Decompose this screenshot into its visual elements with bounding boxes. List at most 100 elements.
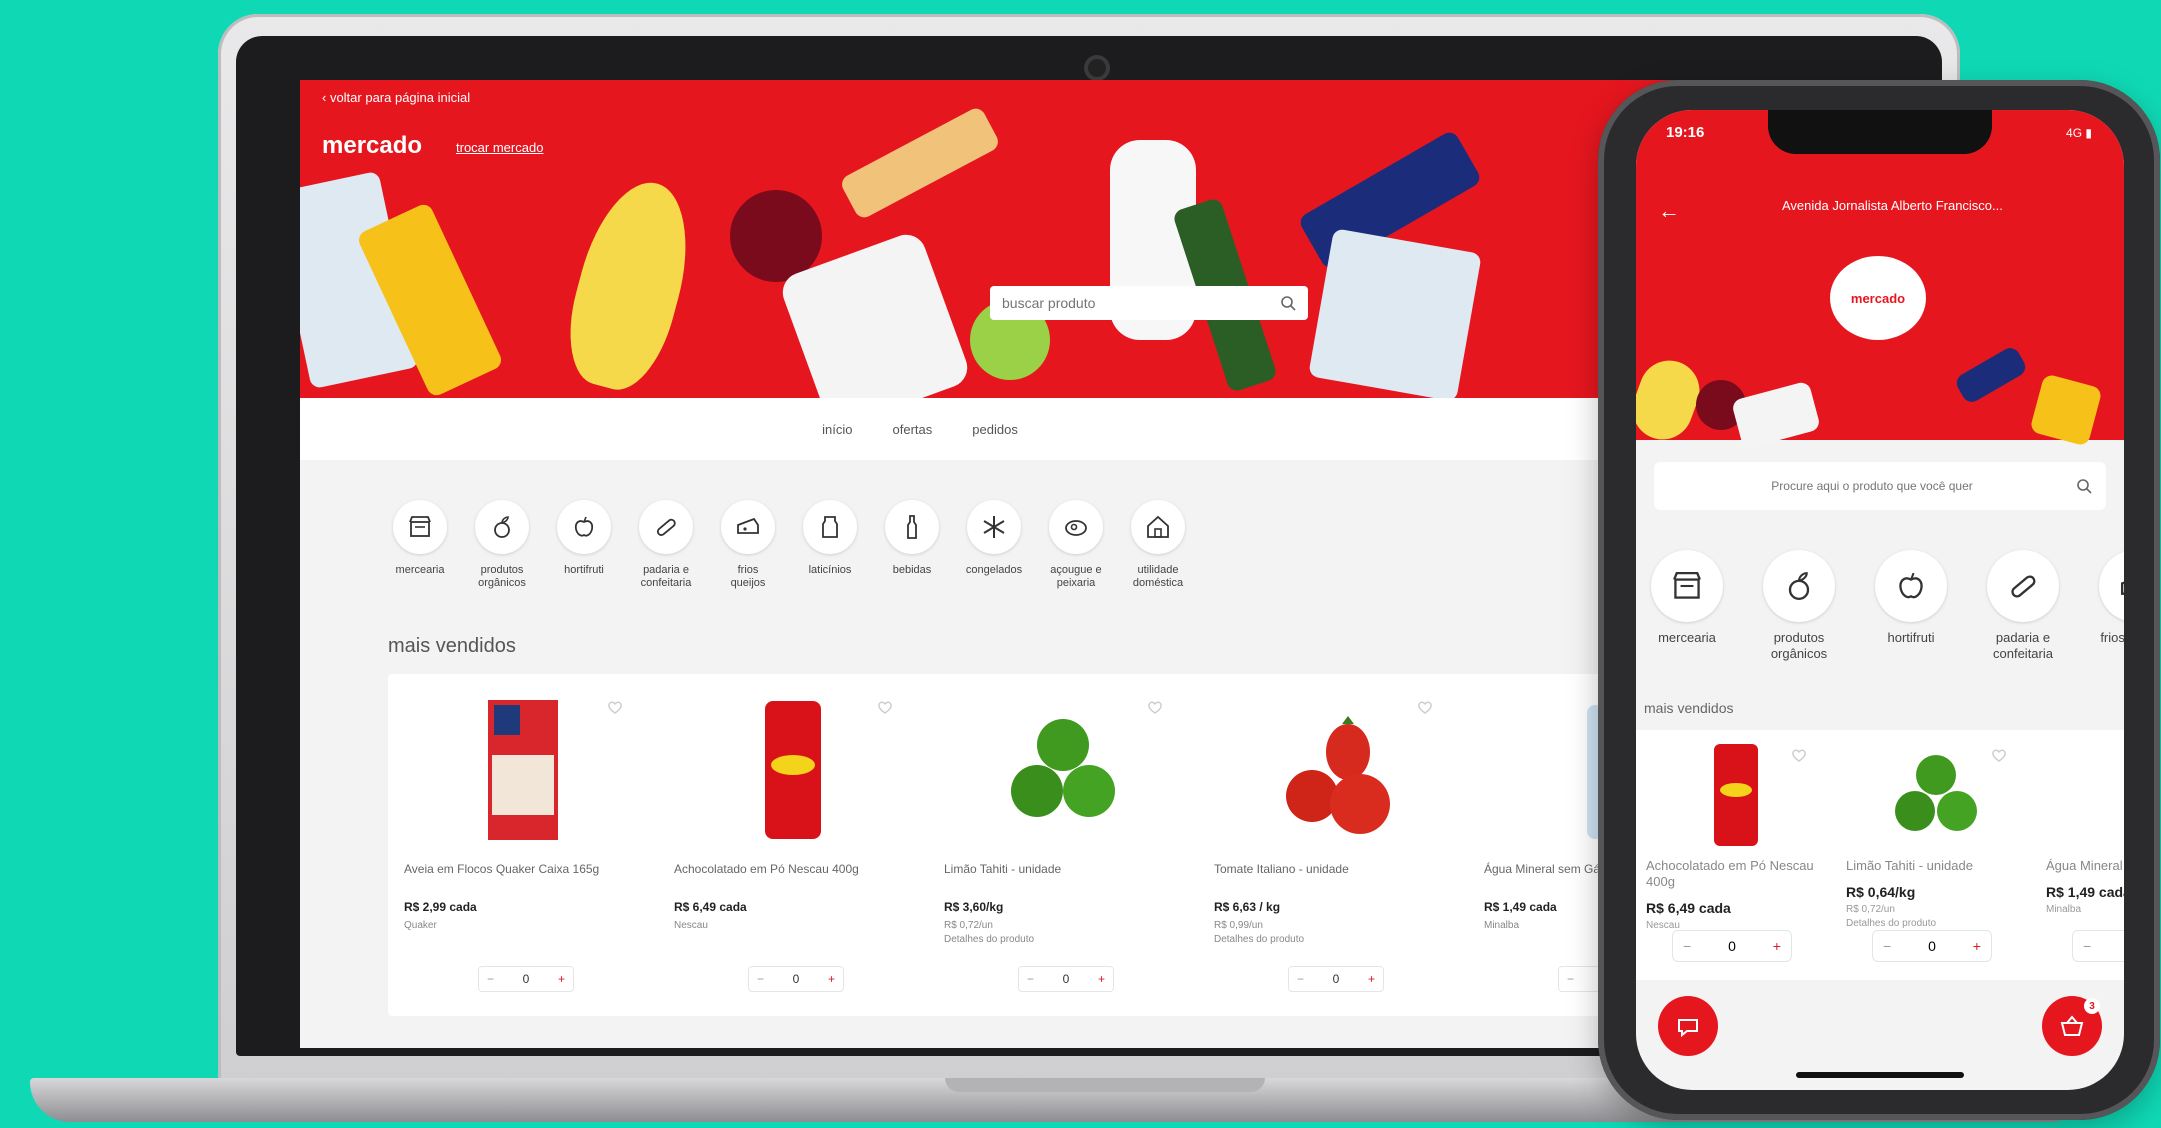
- quantity-value: 0: [1728, 938, 1736, 954]
- category-label: padaria e confeitaria: [1993, 630, 2053, 661]
- laptop-notch: [945, 1078, 1265, 1092]
- cart-button[interactable]: 3: [2042, 996, 2102, 1056]
- search-icon[interactable]: [1280, 295, 1296, 311]
- category-organicos[interactable]: produtos orgânicos: [1756, 550, 1842, 662]
- product-name: Limão Tahiti - unidade: [1846, 858, 1973, 873]
- product-card[interactable]: Aveia em Flocos Quaker Caixa 165g R$ 2,9…: [388, 674, 658, 1016]
- home-indicator: [1796, 1072, 1964, 1078]
- quantity-stepper[interactable]: −0+: [1872, 930, 1992, 962]
- plus-icon[interactable]: +: [1098, 972, 1105, 986]
- category-hortifruti[interactable]: hortifruti: [1868, 550, 1954, 662]
- tab-inicio[interactable]: início: [822, 422, 852, 437]
- category-label: hortifruti: [1887, 630, 1935, 645]
- mobile-search-input[interactable]: [1668, 479, 2076, 493]
- tab-pedidos[interactable]: pedidos: [972, 422, 1018, 437]
- cheese-icon: [737, 517, 759, 534]
- heart-icon[interactable]: [1790, 746, 1808, 764]
- category-padaria[interactable]: padaria e confeitaria: [638, 500, 694, 590]
- back-to-home-link[interactable]: ‹ voltar para página inicial: [322, 90, 470, 105]
- store-icon: [1673, 571, 1701, 599]
- plus-icon[interactable]: +: [1973, 938, 1981, 954]
- section-title: mais vendidos: [1644, 700, 1734, 716]
- product-card[interactable]: Limão Tahiti - unidade R$ 3,60/kg R$ 0,7…: [928, 674, 1198, 1016]
- plus-icon[interactable]: +: [1368, 972, 1375, 986]
- search-input[interactable]: [1002, 295, 1280, 311]
- section-title: mais vendidos: [388, 635, 516, 657]
- quantity-value: 0: [792, 972, 800, 986]
- quantity-stepper[interactable]: −0+: [478, 966, 574, 992]
- category-label: produtos orgânicos: [1770, 630, 1828, 661]
- product-card[interactable]: Achocolatado em Pó Nescau 400g R$ 6,49 c…: [658, 674, 928, 1016]
- category-bebidas[interactable]: bebidas: [884, 500, 940, 590]
- search-icon[interactable]: [2076, 478, 2092, 494]
- mobile-search-bar[interactable]: [1654, 462, 2106, 510]
- minus-icon[interactable]: −: [1297, 972, 1304, 986]
- delivery-address[interactable]: Avenida Jornalista Alberto Francisco...: [1782, 198, 2003, 213]
- minus-icon[interactable]: −: [1683, 938, 1691, 954]
- quantity-value: 0: [1062, 972, 1070, 986]
- minus-icon[interactable]: −: [1027, 972, 1034, 986]
- category-frios[interactable]: frios queijos: [2092, 550, 2124, 662]
- heart-icon[interactable]: [876, 698, 894, 716]
- quantity-stepper[interactable]: −0+: [2072, 930, 2124, 962]
- category-frios[interactable]: frios queijos: [720, 500, 776, 590]
- plus-icon[interactable]: +: [828, 972, 835, 986]
- plus-icon[interactable]: +: [558, 972, 565, 986]
- heart-icon[interactable]: [1416, 698, 1434, 716]
- product-card[interactable]: Limão Tahiti - unidade R$ 0,64/kg R$ 0,7…: [1836, 730, 2036, 980]
- mobile-category-list: mercearia produtos orgânicos hortifruti …: [1644, 550, 2124, 662]
- product-name: Achocolatado em Pó Nescau 400g: [1646, 858, 1814, 889]
- category-laticinios[interactable]: laticínios: [802, 500, 858, 590]
- product-card[interactable]: Tomate Italiano - unidade R$ 6,63 / kg R…: [1198, 674, 1468, 1016]
- heart-icon[interactable]: [1990, 746, 2008, 764]
- minus-icon[interactable]: −: [487, 972, 494, 986]
- category-hortifruti[interactable]: hortifruti: [556, 500, 612, 590]
- status-time: 19:16: [1666, 124, 1705, 141]
- minus-icon[interactable]: −: [2083, 938, 2091, 954]
- quantity-stepper[interactable]: − 0 +: [1018, 966, 1114, 992]
- search-bar[interactable]: [990, 286, 1308, 320]
- category-padaria[interactable]: padaria e confeitaria: [1980, 550, 2066, 662]
- tomato-image: [1286, 716, 1390, 834]
- category-label: frios queijos: [2100, 630, 2124, 645]
- organic-icon: [494, 516, 510, 538]
- category-mercearia[interactable]: mercearia: [1644, 550, 1730, 662]
- meat-icon: [1065, 520, 1087, 536]
- quantity-stepper[interactable]: − 0 +: [1672, 930, 1792, 962]
- back-arrow-icon[interactable]: ←: [1658, 198, 1680, 224]
- bread-icon: [656, 518, 676, 536]
- product-name: Achocolatado em Pó Nescau 400g: [674, 862, 859, 876]
- quantity-stepper[interactable]: −0+: [1288, 966, 1384, 992]
- product-details-link[interactable]: Detalhes do produto: [944, 934, 1182, 945]
- product-card[interactable]: Achocolatado em Pó Nescau 400g R$ 6,49 c…: [1636, 730, 1836, 980]
- change-store-link[interactable]: trocar mercado: [456, 140, 543, 155]
- heart-icon[interactable]: [606, 698, 624, 716]
- category-label: congelados: [965, 564, 1023, 576]
- store-logo: mercado: [1830, 256, 1926, 340]
- quantity-stepper[interactable]: − 0 +: [748, 966, 844, 992]
- minus-icon[interactable]: −: [1883, 938, 1891, 954]
- camera-icon: [1088, 59, 1106, 77]
- plus-icon[interactable]: +: [1773, 938, 1781, 954]
- minus-icon[interactable]: −: [1567, 972, 1574, 986]
- product-card[interactable]: Água Mineral Minalba 1,5l R$ 1,49 cada M…: [2036, 730, 2124, 980]
- category-mercearia[interactable]: mercearia: [392, 500, 448, 590]
- category-acougue[interactable]: açougue e peixaria: [1048, 500, 1104, 590]
- category-label: utilidade doméstica: [1132, 564, 1184, 589]
- chat-button[interactable]: [1658, 996, 1718, 1056]
- minus-icon[interactable]: −: [757, 972, 764, 986]
- mobile-store-header: 19:16 4G ▮ ← Avenida Jornalista Alberto …: [1636, 110, 2124, 450]
- tab-ofertas[interactable]: ofertas: [893, 422, 933, 437]
- heart-icon[interactable]: [1146, 698, 1164, 716]
- category-utilidade[interactable]: utilidade doméstica: [1130, 500, 1186, 590]
- category-congelados[interactable]: congelados: [966, 500, 1022, 590]
- status-indicators: 4G ▮: [2066, 126, 2092, 140]
- product-details-link[interactable]: Detalhes do produto: [1214, 934, 1452, 945]
- category-label: padaria e confeitaria: [640, 564, 692, 589]
- product-details-link[interactable]: Detalhes do produto: [1846, 918, 2026, 929]
- category-list: mercearia produtos orgânicos hortifruti …: [392, 500, 1186, 590]
- lime-image: [1895, 755, 1977, 831]
- oats-box-image: [488, 700, 558, 840]
- category-organicos[interactable]: produtos orgânicos: [474, 500, 530, 590]
- chat-icon: [1678, 1019, 1698, 1038]
